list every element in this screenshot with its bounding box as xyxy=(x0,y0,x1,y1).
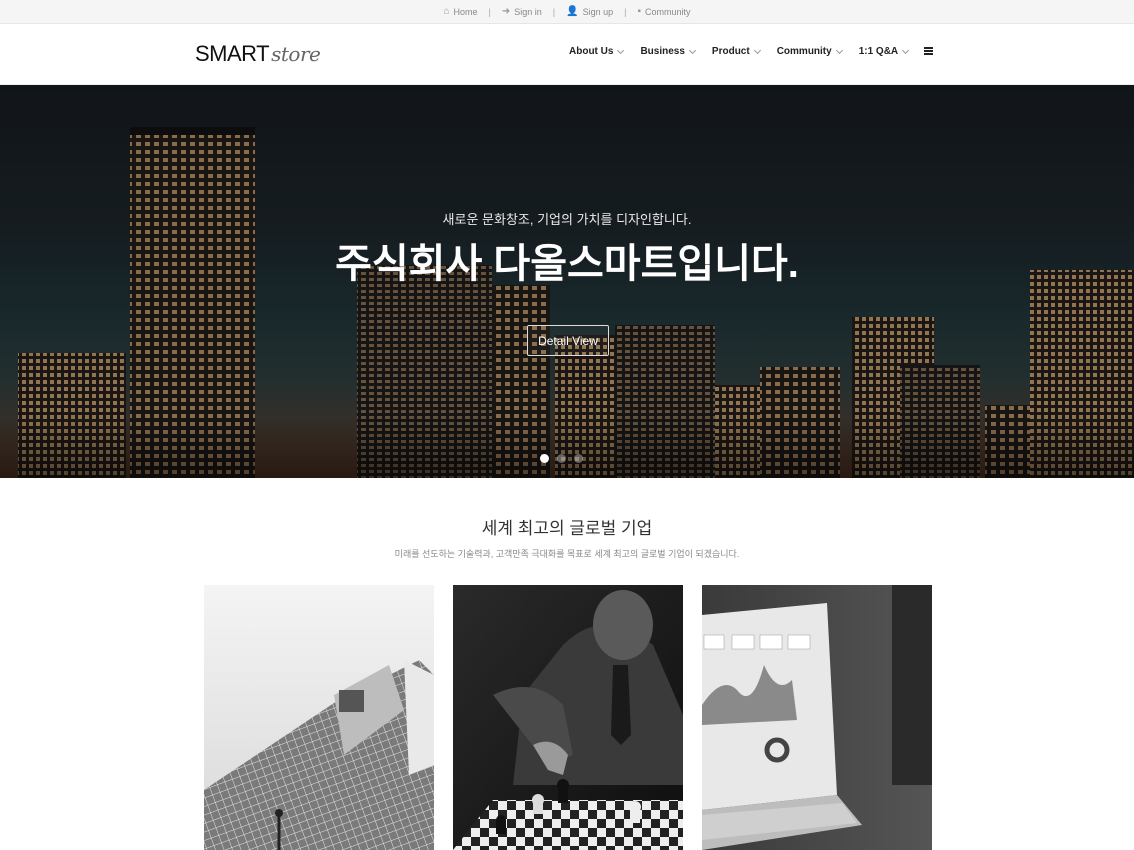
home-icon: ⌂ xyxy=(443,6,450,17)
user-plus-icon: 👤 xyxy=(566,6,579,17)
topbar-signin-label: Sign in xyxy=(514,7,542,17)
chevron-down-icon xyxy=(835,46,843,54)
slider-dot-1[interactable] xyxy=(540,454,549,463)
topbar-separator: | xyxy=(552,7,556,17)
topbar-community-label: Community xyxy=(645,7,691,17)
nav-item-about-us[interactable]: About Us xyxy=(569,46,625,57)
nav-item-label: 1:1 Q&A xyxy=(858,46,899,57)
topbar-signin-link[interactable]: ➜ Sign in xyxy=(501,6,542,18)
comment-icon: ▪ xyxy=(637,6,642,17)
chevron-down-icon xyxy=(753,46,761,54)
chess-businessman-photo xyxy=(453,585,683,850)
laptop-dashboard-photo xyxy=(702,585,932,850)
topbar-community-link[interactable]: ▪ Community xyxy=(637,6,691,18)
slider-pagination xyxy=(540,454,583,463)
top-utility-bar: ⌂ Home | ➜ Sign in | 👤 Sign up | ▪ Commu… xyxy=(0,0,1134,24)
logo-main-text: SMART xyxy=(195,41,270,66)
hero-banner: 새로운 문화창조, 기업의 가치를 디자인합니다. 주식회사 다올스마트입니다.… xyxy=(0,85,1134,478)
card-chess[interactable] xyxy=(453,585,683,850)
card-building[interactable] xyxy=(204,585,434,850)
slider-dot-3[interactable] xyxy=(574,454,583,463)
nav-item-product[interactable]: Product xyxy=(711,46,761,57)
main-header: SMART store About Us Business Product Co… xyxy=(0,24,1134,85)
chevron-down-icon xyxy=(617,46,625,54)
nav-item-label: Product xyxy=(711,46,750,57)
sign-in-icon: ➜ xyxy=(501,6,511,17)
site-logo[interactable]: SMART store xyxy=(195,41,321,67)
topbar-separator: | xyxy=(488,7,491,17)
topbar-signup-link[interactable]: 👤 Sign up xyxy=(566,6,614,18)
nav-item-label: About Us xyxy=(569,46,614,57)
section-title: 세계 최고의 글로벌 기업 xyxy=(481,519,653,538)
section-description: 미래를 선도하는 기술력과, 고객만족 극대화를 목표로 세계 최고의 글로벌 … xyxy=(394,549,740,559)
nav-item-business[interactable]: Business xyxy=(640,46,696,57)
card-laptop[interactable] xyxy=(702,585,932,850)
main-nav: About Us Business Product Community 1:1 … xyxy=(569,46,925,57)
topbar-home-label: Home xyxy=(453,7,478,17)
nav-item-community[interactable]: Community xyxy=(776,46,843,57)
slider-dot-2[interactable] xyxy=(557,454,566,463)
nav-item-qna[interactable]: 1:1 Q&A xyxy=(858,46,910,57)
modern-building-photo xyxy=(204,585,434,850)
hero-subtitle: 새로운 문화창조, 기업의 가치를 디자인합니다. xyxy=(442,212,692,227)
chevron-down-icon xyxy=(688,46,696,54)
topbar-signup-label: Sign up xyxy=(582,7,614,17)
hero-title: 주식회사 다올스마트입니다. xyxy=(335,242,799,286)
detail-view-button[interactable]: Detail View xyxy=(527,325,609,356)
logo-sub-text: store xyxy=(271,42,321,66)
chevron-down-icon xyxy=(902,46,910,54)
hamburger-menu-icon[interactable] xyxy=(924,47,933,55)
nav-item-label: Community xyxy=(776,46,832,57)
topbar-separator: | xyxy=(624,7,627,17)
nav-item-label: Business xyxy=(640,46,685,57)
topbar-home-link[interactable]: ⌂ Home xyxy=(443,6,478,18)
